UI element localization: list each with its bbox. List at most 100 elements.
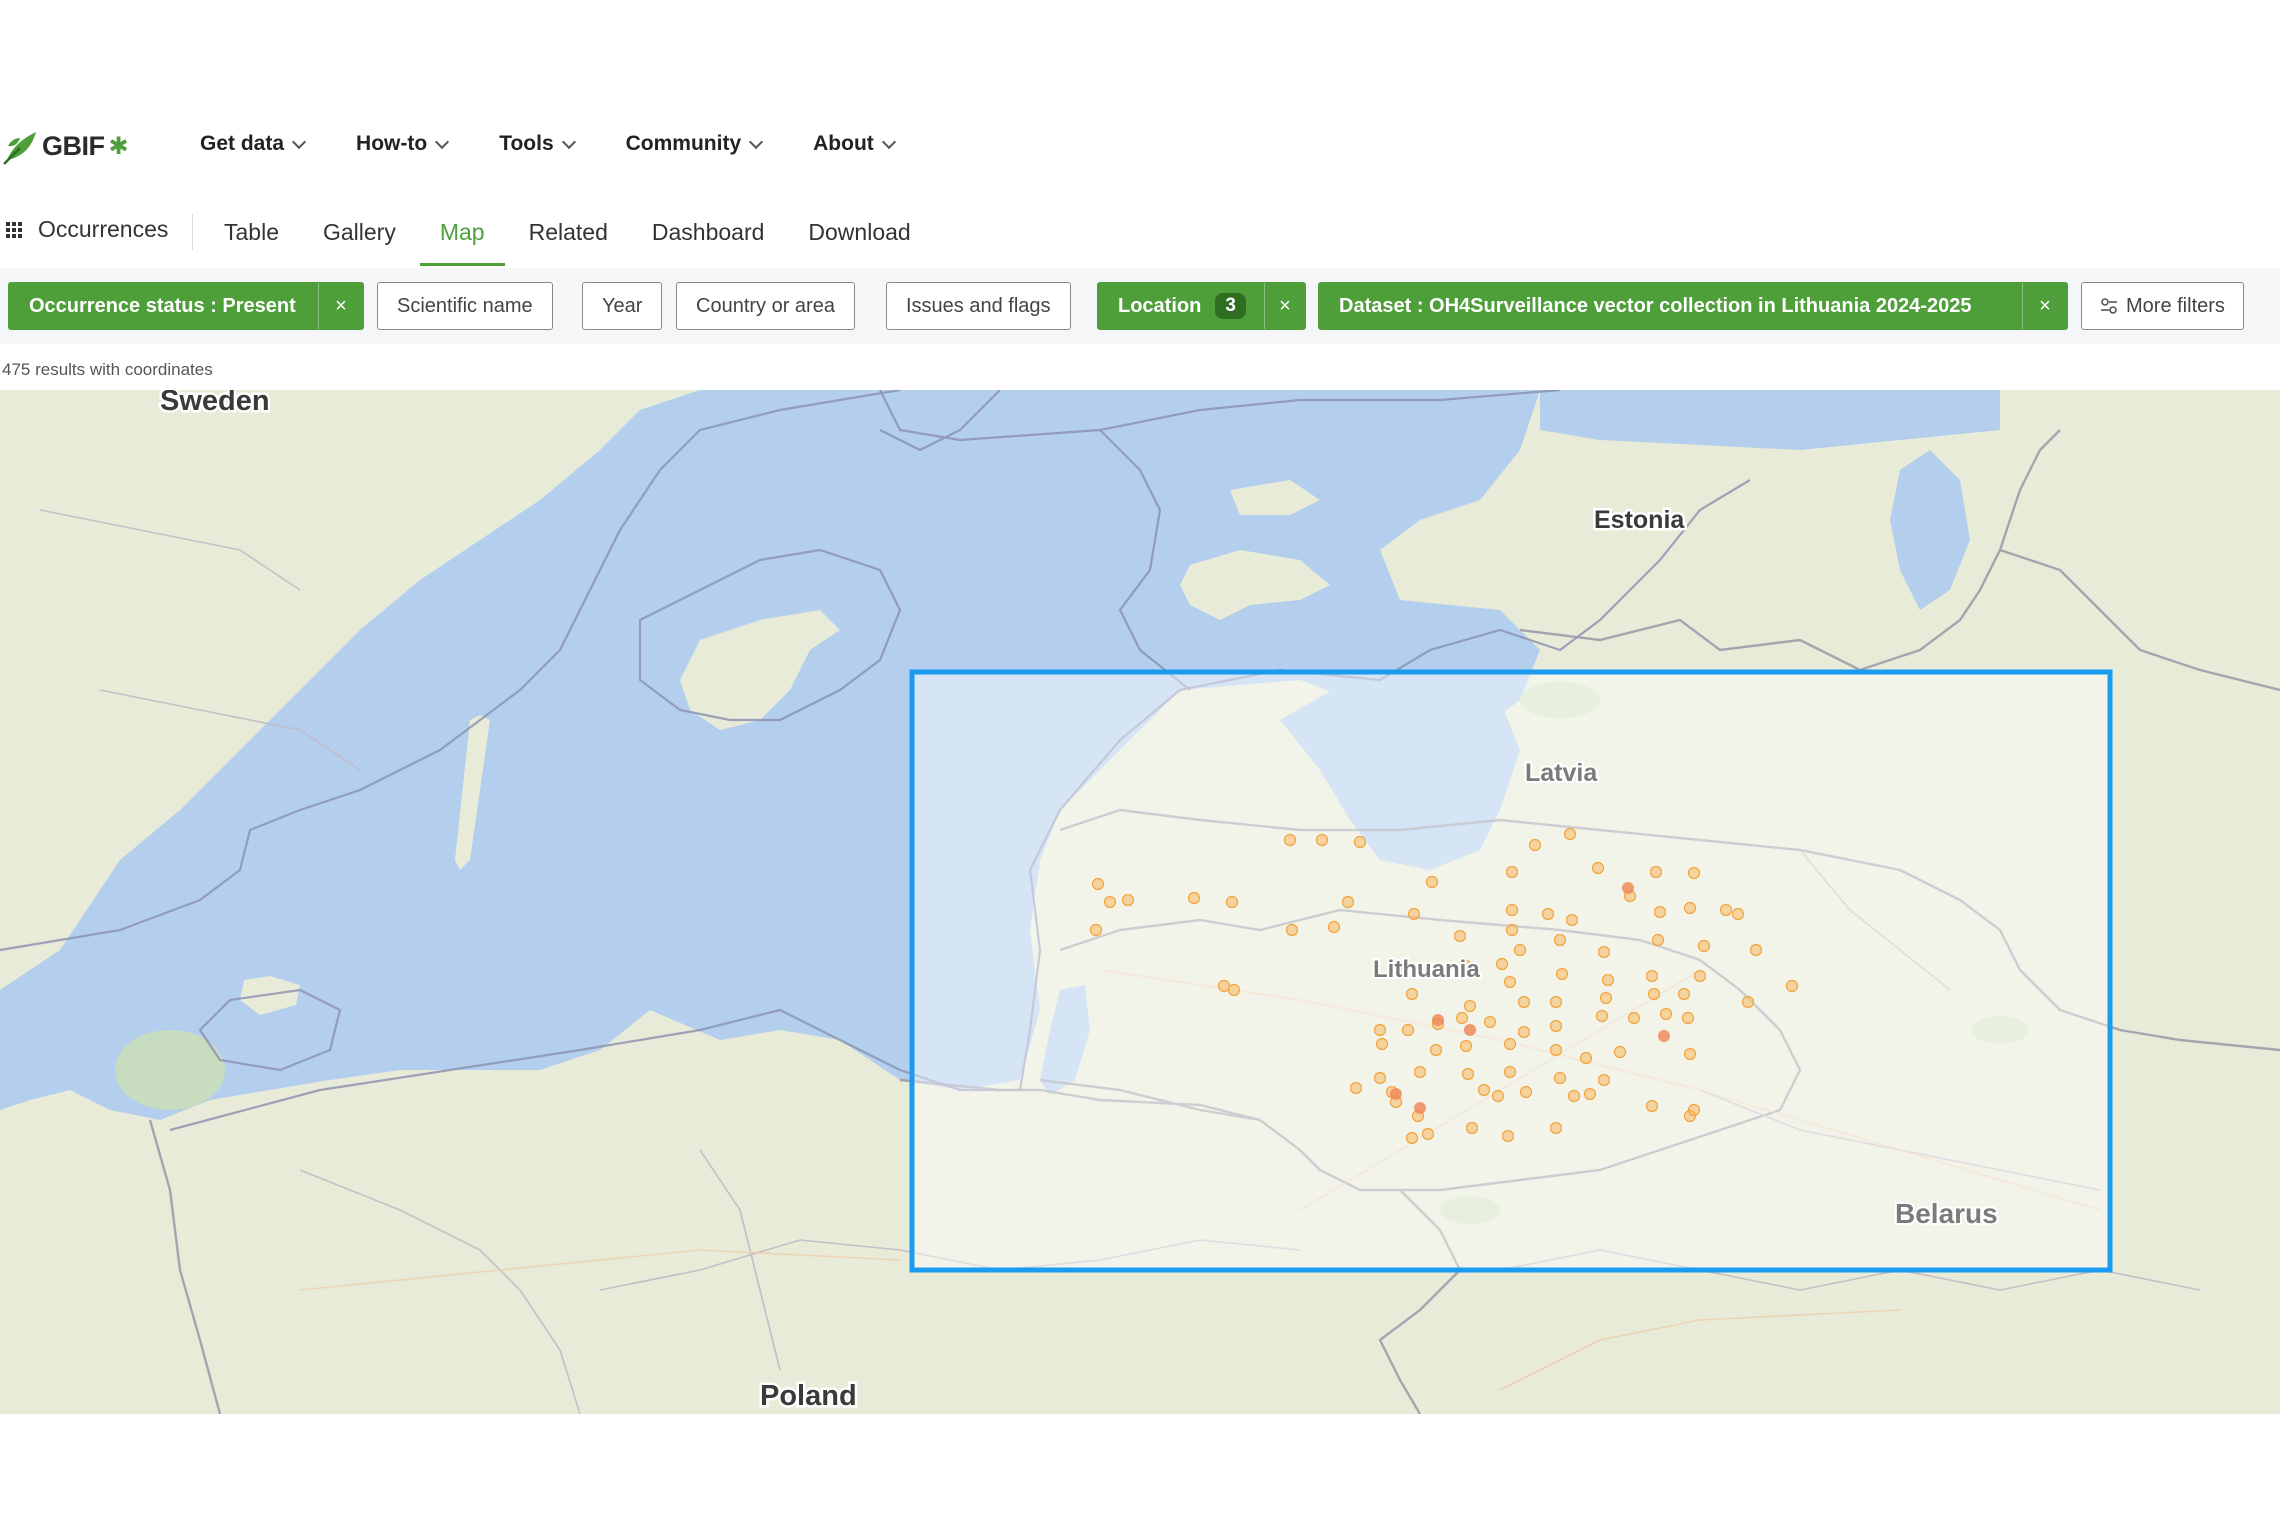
occurrence-point[interactable] [1649, 865, 1663, 879]
close-icon[interactable]: × [2022, 283, 2067, 329]
filter-issues-and-flags[interactable]: Issues and flags [886, 282, 1071, 330]
occurrence-point-dense[interactable] [1432, 1014, 1444, 1026]
occurrence-point[interactable] [1591, 861, 1605, 875]
occurrence-point[interactable] [1459, 1039, 1473, 1053]
occurrence-point[interactable] [1503, 1065, 1517, 1079]
occurrence-point[interactable] [1477, 1083, 1491, 1097]
filter-occurrence-status[interactable]: Occurrence status : Present × [8, 282, 364, 330]
occurrence-point[interactable] [1645, 969, 1659, 983]
occurrence-point[interactable] [1541, 907, 1555, 921]
occurrence-point[interactable] [1501, 1129, 1515, 1143]
occurrence-point[interactable] [1553, 933, 1567, 947]
occurrence-point[interactable] [1647, 987, 1661, 1001]
occurrence-point[interactable] [1549, 1019, 1563, 1033]
occurrence-point[interactable] [1549, 1121, 1563, 1135]
filter-year[interactable]: Year [582, 282, 663, 330]
occurrence-point[interactable] [1583, 1087, 1597, 1101]
occurrence-point[interactable] [1375, 1037, 1389, 1051]
occurrence-point[interactable] [1217, 979, 1231, 993]
occurrence-point[interactable] [1683, 901, 1697, 915]
occurrence-point[interactable] [1627, 1011, 1641, 1025]
menu-tools[interactable]: Tools [499, 132, 576, 156]
filter-country-or-area[interactable]: Country or area [676, 282, 855, 330]
occurrence-point[interactable] [1373, 1023, 1387, 1037]
occurrence-point[interactable] [1519, 1085, 1533, 1099]
occurrence-map[interactable]: Sweden Estonia Latvia Lithuania Belarus … [0, 390, 2280, 1414]
occurrence-point[interactable] [1405, 987, 1419, 1001]
occurrence-point[interactable] [1565, 913, 1579, 927]
occurrence-point[interactable] [1401, 1023, 1415, 1037]
occurrence-point[interactable] [1645, 1099, 1659, 1113]
occurrence-point[interactable] [1601, 973, 1615, 987]
occurrence-point[interactable] [1579, 1051, 1593, 1065]
occurrence-point[interactable] [1659, 1007, 1673, 1021]
occurrence-point[interactable] [1349, 1081, 1363, 1095]
occurrence-point[interactable] [1455, 1011, 1469, 1025]
occurrence-point[interactable] [1405, 1131, 1419, 1145]
occurrence-point[interactable] [1597, 945, 1611, 959]
occurrence-point[interactable] [1549, 995, 1563, 1009]
occurrence-point[interactable] [1103, 895, 1117, 909]
close-icon[interactable]: × [318, 283, 363, 329]
filter-scientific-name[interactable]: Scientific name [377, 282, 553, 330]
occurrence-point[interactable] [1693, 969, 1707, 983]
occurrence-point[interactable] [1683, 1047, 1697, 1061]
tab-table[interactable]: Table [224, 210, 279, 266]
occurrence-point[interactable] [1677, 987, 1691, 1001]
occurrence-point[interactable] [1513, 943, 1527, 957]
occurrence-point-dense[interactable] [1464, 1024, 1476, 1036]
occurrence-point[interactable] [1225, 895, 1239, 909]
close-icon[interactable]: × [1263, 283, 1305, 329]
occurrence-point[interactable] [1741, 995, 1755, 1009]
occurrence-point[interactable] [1429, 1043, 1443, 1057]
occurrence-point[interactable] [1121, 893, 1135, 907]
occurrence-point[interactable] [1687, 866, 1701, 880]
occurrence-point[interactable] [1285, 923, 1299, 937]
tab-dashboard[interactable]: Dashboard [652, 210, 765, 266]
occurrence-point-dense[interactable] [1390, 1088, 1402, 1100]
occurrence-point[interactable] [1341, 895, 1355, 909]
menu-community[interactable]: Community [626, 132, 764, 156]
occurrence-point-dense[interactable] [1658, 1030, 1670, 1042]
occurrence-point[interactable] [1549, 1043, 1563, 1057]
occurrence-point[interactable] [1227, 983, 1241, 997]
occurrence-point[interactable] [1283, 833, 1297, 847]
tab-map[interactable]: Map [419, 210, 505, 266]
occurrence-point[interactable] [1553, 1071, 1567, 1085]
occurrence-point[interactable] [1461, 1067, 1475, 1081]
occurrence-point[interactable] [1413, 1065, 1427, 1079]
occurrence-point[interactable] [1653, 905, 1667, 919]
more-filters-button[interactable]: More filters [2081, 282, 2244, 330]
occurrence-point[interactable] [1651, 933, 1665, 947]
occurrence-point[interactable] [1517, 995, 1531, 1009]
occurrence-point[interactable] [1528, 838, 1542, 852]
occurrence-point[interactable] [1495, 957, 1509, 971]
occurrence-point-dense[interactable] [1414, 1102, 1426, 1114]
occurrence-point[interactable] [1785, 979, 1799, 993]
occurrence-point[interactable] [1465, 1121, 1479, 1135]
menu-how-to[interactable]: How-to [356, 132, 450, 156]
occurrence-point[interactable] [1463, 999, 1477, 1013]
occurrence-point[interactable] [1517, 1025, 1531, 1039]
filter-dataset[interactable]: Dataset : OH4Surveillance vector collect… [1318, 282, 2068, 330]
occurrence-point[interactable] [1567, 1089, 1581, 1103]
gbif-logo[interactable]: GBIF ✱ [2, 126, 129, 166]
tab-related[interactable]: Related [529, 210, 608, 266]
tab-download[interactable]: Download [808, 210, 910, 266]
occurrence-point[interactable] [1505, 865, 1519, 879]
occurrence-point[interactable] [1353, 835, 1367, 849]
occurrence-point[interactable] [1599, 991, 1613, 1005]
occurrence-point-dense[interactable] [1622, 882, 1634, 894]
location-selection-area[interactable] [909, 669, 2113, 1273]
occurrence-point[interactable] [1327, 920, 1341, 934]
occurrence-point[interactable] [1503, 1037, 1517, 1051]
occurrence-point[interactable] [1731, 907, 1745, 921]
occurrences-section[interactable]: Occurrences [6, 216, 168, 243]
filter-location[interactable]: Location 3 × [1097, 282, 1306, 330]
occurrence-point[interactable] [1687, 1103, 1701, 1117]
occurrence-point[interactable] [1425, 875, 1439, 889]
menu-get-data[interactable]: Get data [200, 132, 307, 156]
occurrence-point[interactable] [1089, 923, 1103, 937]
map-canvas[interactable]: Sweden Estonia Latvia Lithuania Belarus … [0, 390, 2280, 1414]
occurrence-point[interactable] [1613, 1045, 1627, 1059]
